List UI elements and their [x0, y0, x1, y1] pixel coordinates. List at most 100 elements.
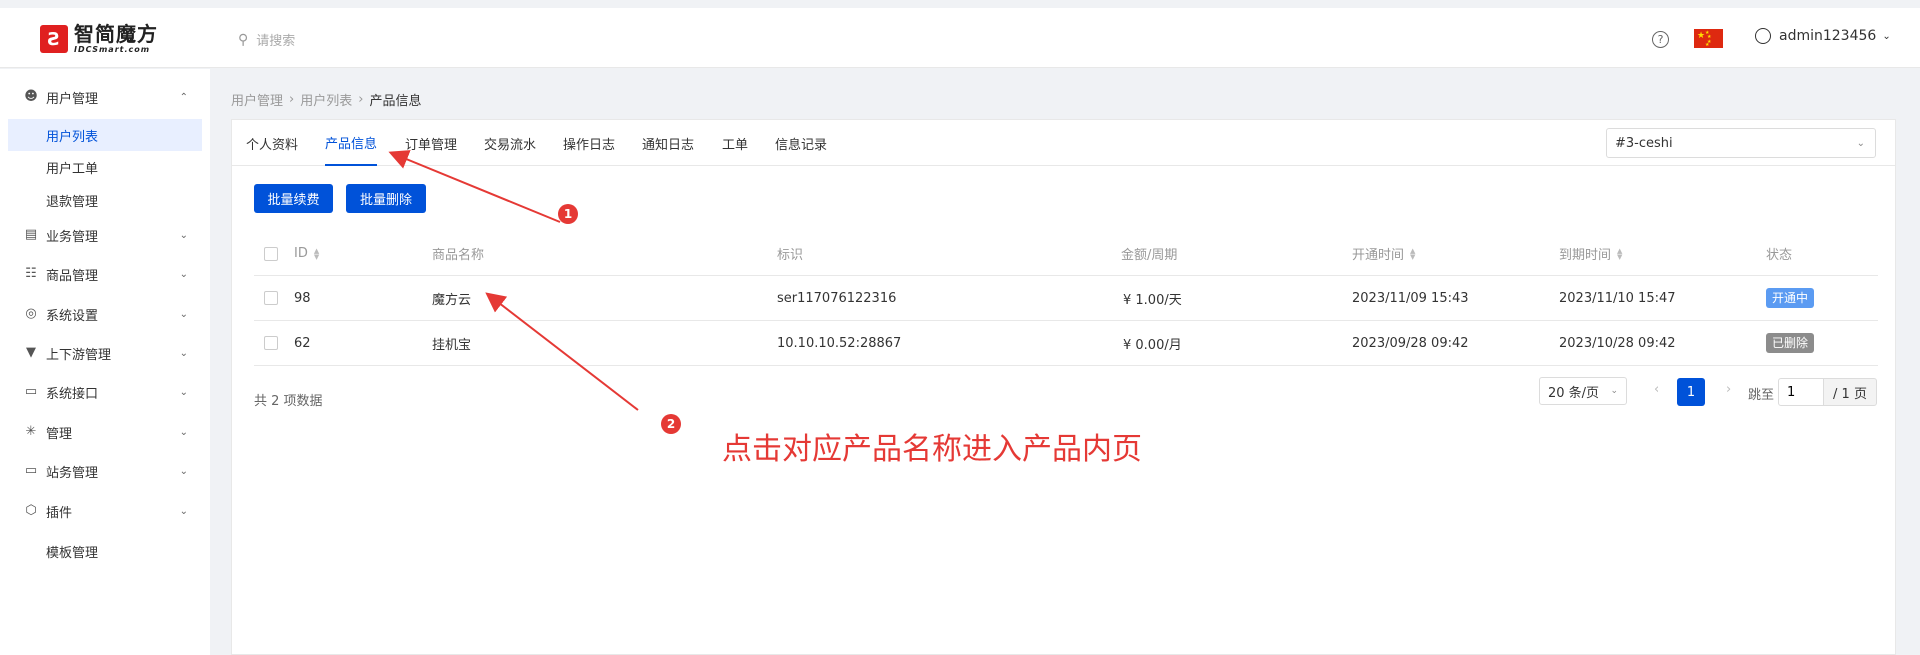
column-header-amount: 金额/周期 [1121, 248, 1178, 263]
table-row: 62 挂机宝 10.10.10.52:28867 ¥ 0.00/月 2023/0… [254, 321, 1878, 366]
logo[interactable]: Ƨ 智简魔方 IDCSmart.com [40, 24, 158, 54]
sidebar-item-user-tickets[interactable]: 用户工单 [8, 151, 202, 183]
total-pages: / 1 页 [1823, 378, 1877, 406]
chevron-down-icon: ⌄ [179, 426, 188, 438]
page-size-value: 20 条/页 [1548, 385, 1600, 401]
batch-delete-button[interactable]: 批量删除 [346, 184, 426, 213]
logo-en-text: IDCSmart.com [74, 45, 151, 54]
sidebar-group-interfaces[interactable]: ▭ 系统接口 ⌄ [0, 372, 210, 412]
chevron-down-icon: ⌄ [179, 308, 188, 320]
sidebar-item-templates[interactable]: 模板管理 [8, 535, 202, 567]
loading-icon: ✳ [25, 424, 37, 439]
sidebar-item-refund[interactable]: 退款管理 [8, 184, 202, 216]
page-number-current[interactable]: 1 [1677, 378, 1705, 406]
user-select-value: #3-ceshi [1615, 135, 1673, 151]
row-checkbox[interactable] [264, 291, 278, 305]
sidebar-group-label: 系统设置 [46, 308, 99, 324]
prev-page-icon[interactable]: ‹ [1654, 382, 1659, 397]
cell-ident: 10.10.10.52:28867 [777, 335, 902, 351]
column-header-label: 到期时间 [1559, 248, 1612, 263]
filter-icon: ▼ [26, 345, 36, 360]
sidebar-group-manage[interactable]: ✳ 管理 ⌄ [0, 412, 210, 452]
sidebar-item-user-list[interactable]: 用户列表 [8, 119, 202, 151]
sidebar-group-settings[interactable]: ◎ 系统设置 ⌄ [0, 294, 210, 334]
main-panel: 个人资料 产品信息 订单管理 交易流水 操作日志 通知日志 工单 信息记录 #3… [231, 119, 1896, 655]
cell-amount: ¥ 1.00/天 [1123, 292, 1182, 308]
product-name-link[interactable]: 魔方云 [432, 276, 471, 320]
sort-icon[interactable]: ▲ ▼ [1617, 247, 1622, 260]
cell-id: 62 [294, 335, 311, 351]
breadcrumb-item[interactable]: 用户列表 [300, 90, 352, 109]
product-name-link[interactable]: 挂机宝 [432, 321, 471, 365]
cell-open-time: 2023/09/28 09:42 [1352, 335, 1469, 351]
cell-expire-time: 2023/10/28 09:42 [1559, 335, 1676, 351]
tab-tickets[interactable]: 工单 [722, 120, 748, 166]
tab-info-records[interactable]: 信息记录 [775, 120, 827, 166]
user-select[interactable]: #3-ceshi ⌄ [1606, 128, 1876, 158]
column-header-id[interactable]: ID ▲ ▼ [294, 232, 319, 275]
tab-notification-log[interactable]: 通知日志 [642, 120, 694, 166]
user-menu[interactable]: admin123456 ⌄ [1755, 28, 1891, 44]
username: admin123456 [1779, 28, 1877, 44]
column-header-open-time[interactable]: 开通时间 ▲ ▼ [1352, 232, 1415, 275]
list-icon: ▤ [24, 227, 38, 242]
settings-icon: ◎ [25, 306, 37, 321]
search-box[interactable]: ⚲ 请搜索 [238, 30, 295, 50]
china-flag-icon[interactable]: ★ ★ ★ ★ ★ [1694, 29, 1723, 48]
logo-cn-text: 智简魔方 [74, 22, 158, 46]
sidebar-group-label: 系统接口 [46, 386, 99, 402]
breadcrumb: 用户管理 › 用户列表 › 产品信息 [231, 90, 421, 109]
select-all-checkbox[interactable] [264, 246, 278, 261]
chevron-down-icon: ⌄ [1610, 386, 1618, 396]
sidebar-group-upstream[interactable]: ▼ 上下游管理 ⌄ [0, 333, 210, 373]
sidebar-group-business[interactable]: ▤ 业务管理 ⌄ [0, 215, 210, 255]
column-header-label: ID [294, 246, 308, 261]
tab-transactions[interactable]: 交易流水 [484, 120, 536, 166]
help-icon[interactable]: ? [1652, 31, 1669, 48]
sidebar-group-label: 业务管理 [46, 229, 99, 245]
chevron-up-icon: ⌃ [179, 91, 188, 103]
chevron-down-icon: ⌄ [1882, 30, 1891, 42]
breadcrumb-item[interactable]: 用户管理 [231, 90, 283, 109]
sidebar-group-label: 管理 [46, 426, 73, 442]
annotation-marker-1: 1 [558, 204, 578, 224]
page-size-select[interactable]: 20 条/页 ⌄ [1539, 377, 1627, 405]
chevron-down-icon: ⌄ [179, 465, 188, 477]
tab-products[interactable]: 产品信息 [325, 120, 378, 166]
chevron-down-icon: ⌄ [179, 386, 188, 398]
annotation-marker-2: 2 [661, 414, 681, 434]
tab-operation-log[interactable]: 操作日志 [563, 120, 615, 166]
column-header-expire-time[interactable]: 到期时间 ▲ ▼ [1559, 232, 1622, 275]
sort-icon[interactable]: ▲ ▼ [314, 247, 319, 260]
tab-profile[interactable]: 个人资料 [246, 120, 298, 166]
column-header-name: 商品名称 [432, 248, 485, 263]
sidebar-group-site[interactable]: ▭ 站务管理 ⌄ [0, 451, 210, 491]
tab-orders[interactable]: 订单管理 [405, 120, 457, 166]
jump-page-input[interactable] [1778, 378, 1824, 406]
cart-icon: ☷ [25, 266, 37, 281]
chevron-right-icon: › [289, 92, 295, 107]
table-header: ID ▲ ▼ 商品名称 标识 金额/周期 开通时间 ▲ ▼ 到期时间 ▲ ▼ 状态 [254, 232, 1878, 276]
row-checkbox[interactable] [264, 336, 278, 350]
top-bar: Ƨ 智简魔方 IDCSmart.com ⚲ 请搜索 ? ★ ★ ★ ★ ★ ad… [0, 8, 1920, 68]
table-row: 98 魔方云 ser117076122316 ¥ 1.00/天 2023/11/… [254, 276, 1878, 321]
cell-id: 98 [294, 290, 311, 306]
cube-icon: ⬡ [25, 503, 37, 518]
annotation-text: 点击对应产品名称进入产品内页 [722, 432, 1142, 467]
folder-icon: ▭ [24, 384, 38, 399]
next-page-icon[interactable]: › [1726, 382, 1731, 397]
folder-sync-icon: ▭ [24, 463, 38, 478]
status-badge: 开通中 [1766, 288, 1815, 308]
jump-label: 跳至 [1748, 388, 1775, 403]
batch-renew-button[interactable]: 批量续费 [254, 184, 333, 213]
sidebar-group-label: 站务管理 [46, 465, 99, 481]
cell-amount: ¥ 0.00/月 [1123, 337, 1182, 353]
breadcrumb-current: 产品信息 [369, 94, 422, 109]
sidebar-group-user-management[interactable]: ☻ 用户管理 ⌃ [0, 77, 210, 117]
sidebar-group-products[interactable]: ☷ 商品管理 ⌄ [0, 254, 210, 294]
sidebar: ☻ 用户管理 ⌃ 用户列表 用户工单 退款管理 ▤ 业务管理 ⌄ ☷ 商品管理 … [0, 69, 210, 655]
sort-icon[interactable]: ▲ ▼ [1410, 247, 1415, 260]
sidebar-group-label: 上下游管理 [46, 347, 112, 363]
chevron-down-icon: ⌄ [1856, 137, 1865, 149]
sidebar-group-plugins[interactable]: ⬡ 插件 ⌄ [0, 491, 210, 531]
